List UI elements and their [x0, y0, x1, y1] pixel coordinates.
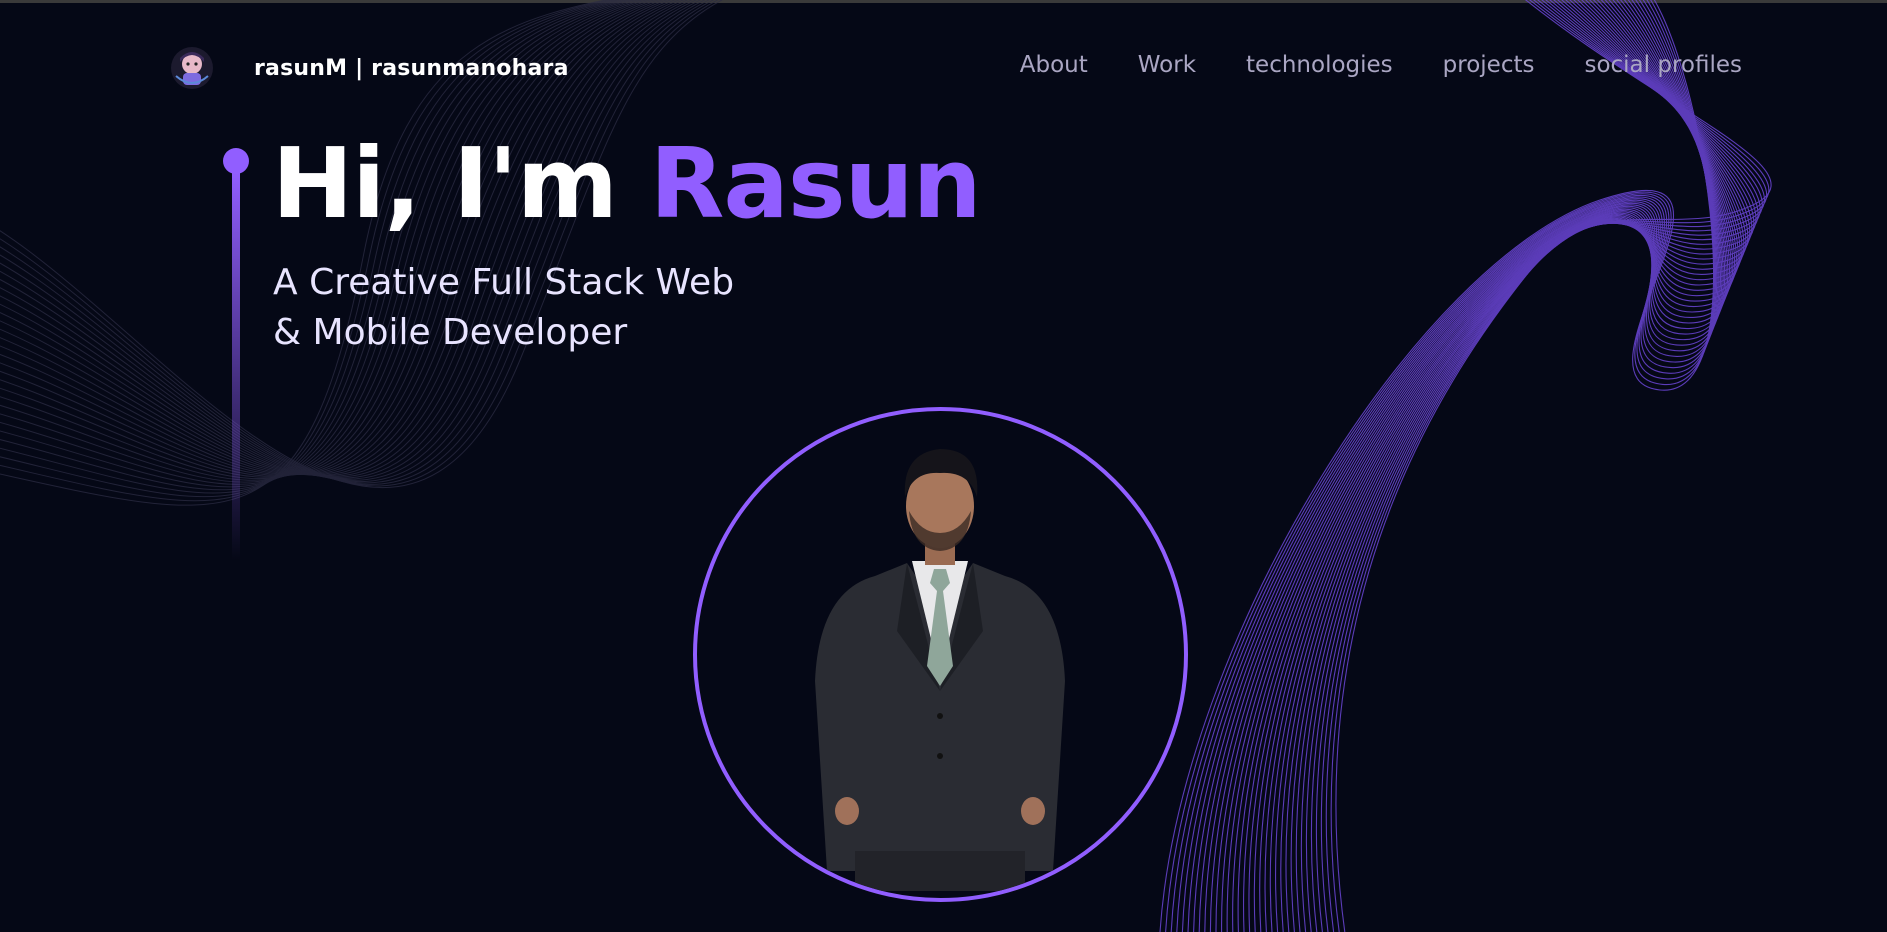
nav-item-technologies[interactable]: technologies [1246, 52, 1393, 78]
brand-name: rasunM | rasunmanohara [254, 55, 569, 81]
hero-tagline-line2: & Mobile Developer [273, 311, 628, 353]
hero-headline: Hi, I'm Rasun [272, 127, 982, 240]
nav-item-social-profiles[interactable]: social profiles [1584, 52, 1742, 78]
timeline-line [232, 172, 240, 560]
hero-name: Rasun [649, 127, 982, 240]
hero-tagline-line1: A Creative Full Stack Web [273, 262, 735, 303]
developer-portrait-photo [693, 407, 1188, 902]
brand-link[interactable]: rasunM | rasunmanohara [170, 44, 569, 92]
nav-item-work[interactable]: Work [1138, 52, 1196, 78]
nav-item-about[interactable]: About [1020, 52, 1088, 78]
avatar-logo-icon [170, 46, 214, 90]
main-nav: About Work technologies projects social … [1020, 52, 1742, 78]
hero-page: rasunM | rasunmanohara About Work techno… [0, 0, 1887, 932]
timeline-dot [223, 148, 249, 174]
hero-tagline: A Creative Full Stack Web & Mobile Devel… [273, 258, 833, 357]
nav-item-projects[interactable]: projects [1443, 52, 1535, 78]
hero-greeting: Hi, I'm [272, 127, 650, 240]
